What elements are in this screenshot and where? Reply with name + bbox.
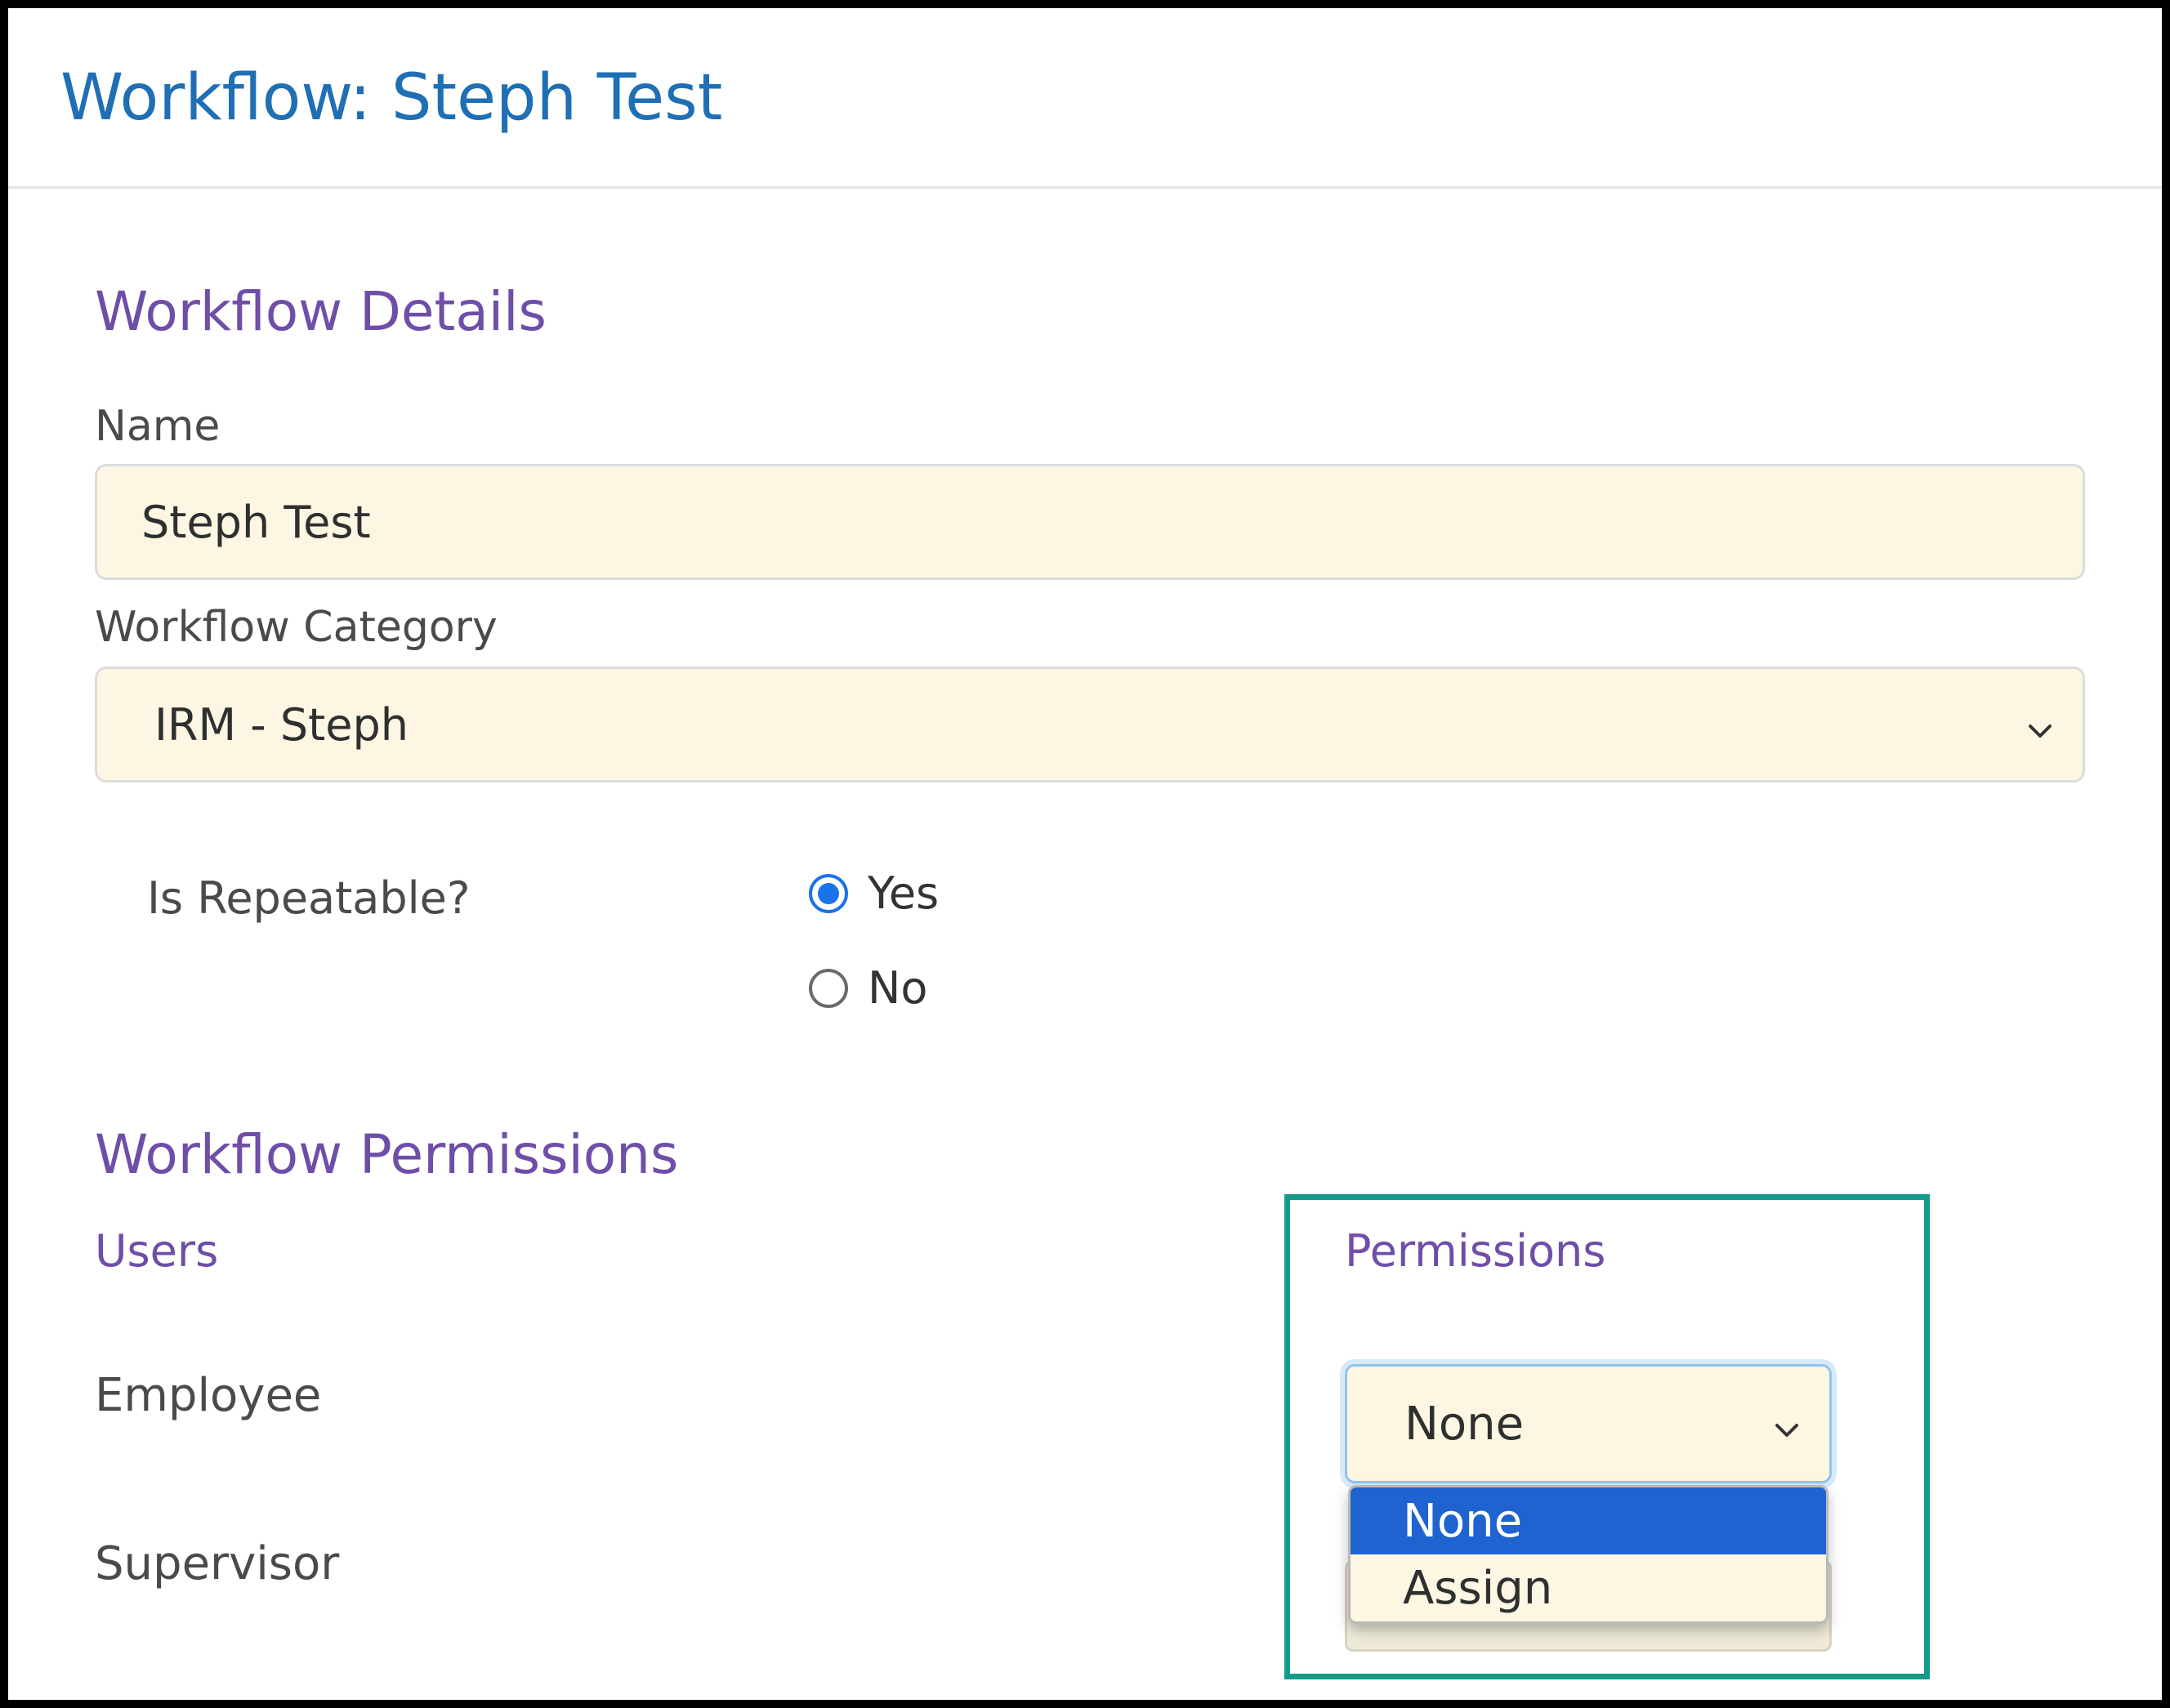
- page-title: Workflow: Steph Test: [60, 61, 723, 135]
- workflow-permissions-heading: Workflow Permissions: [95, 1123, 679, 1186]
- repeatable-no-option[interactable]: No: [809, 962, 927, 1014]
- radio-no-label: No: [868, 962, 928, 1014]
- radio-yes-label: Yes: [868, 867, 940, 919]
- is-repeatable-label: Is Repeatable?: [147, 872, 471, 924]
- workflow-details-heading: Workflow Details: [95, 280, 547, 343]
- repeatable-yes-option[interactable]: Yes: [809, 867, 939, 919]
- name-input[interactable]: [95, 464, 2085, 580]
- workflow-category-label: Workflow Category: [95, 603, 498, 652]
- radio-yes[interactable]: [809, 873, 848, 913]
- workflow-category-select[interactable]: IRM - Steph: [95, 667, 2085, 783]
- users-column-heading: Users: [95, 1225, 219, 1277]
- header-divider: [8, 186, 2162, 189]
- name-label: Name: [95, 402, 221, 451]
- user-row-supervisor: Supervisor: [95, 1537, 340, 1590]
- user-row-employee: Employee: [95, 1369, 322, 1422]
- window-frame: Workflow: Steph Test Workflow Details Na…: [0, 0, 2170, 1708]
- permissions-highlight-box: [1284, 1194, 1930, 1679]
- chevron-down-icon: [2029, 725, 2052, 738]
- radio-no[interactable]: [809, 968, 848, 1008]
- workflow-category-value: IRM - Steph: [154, 698, 409, 751]
